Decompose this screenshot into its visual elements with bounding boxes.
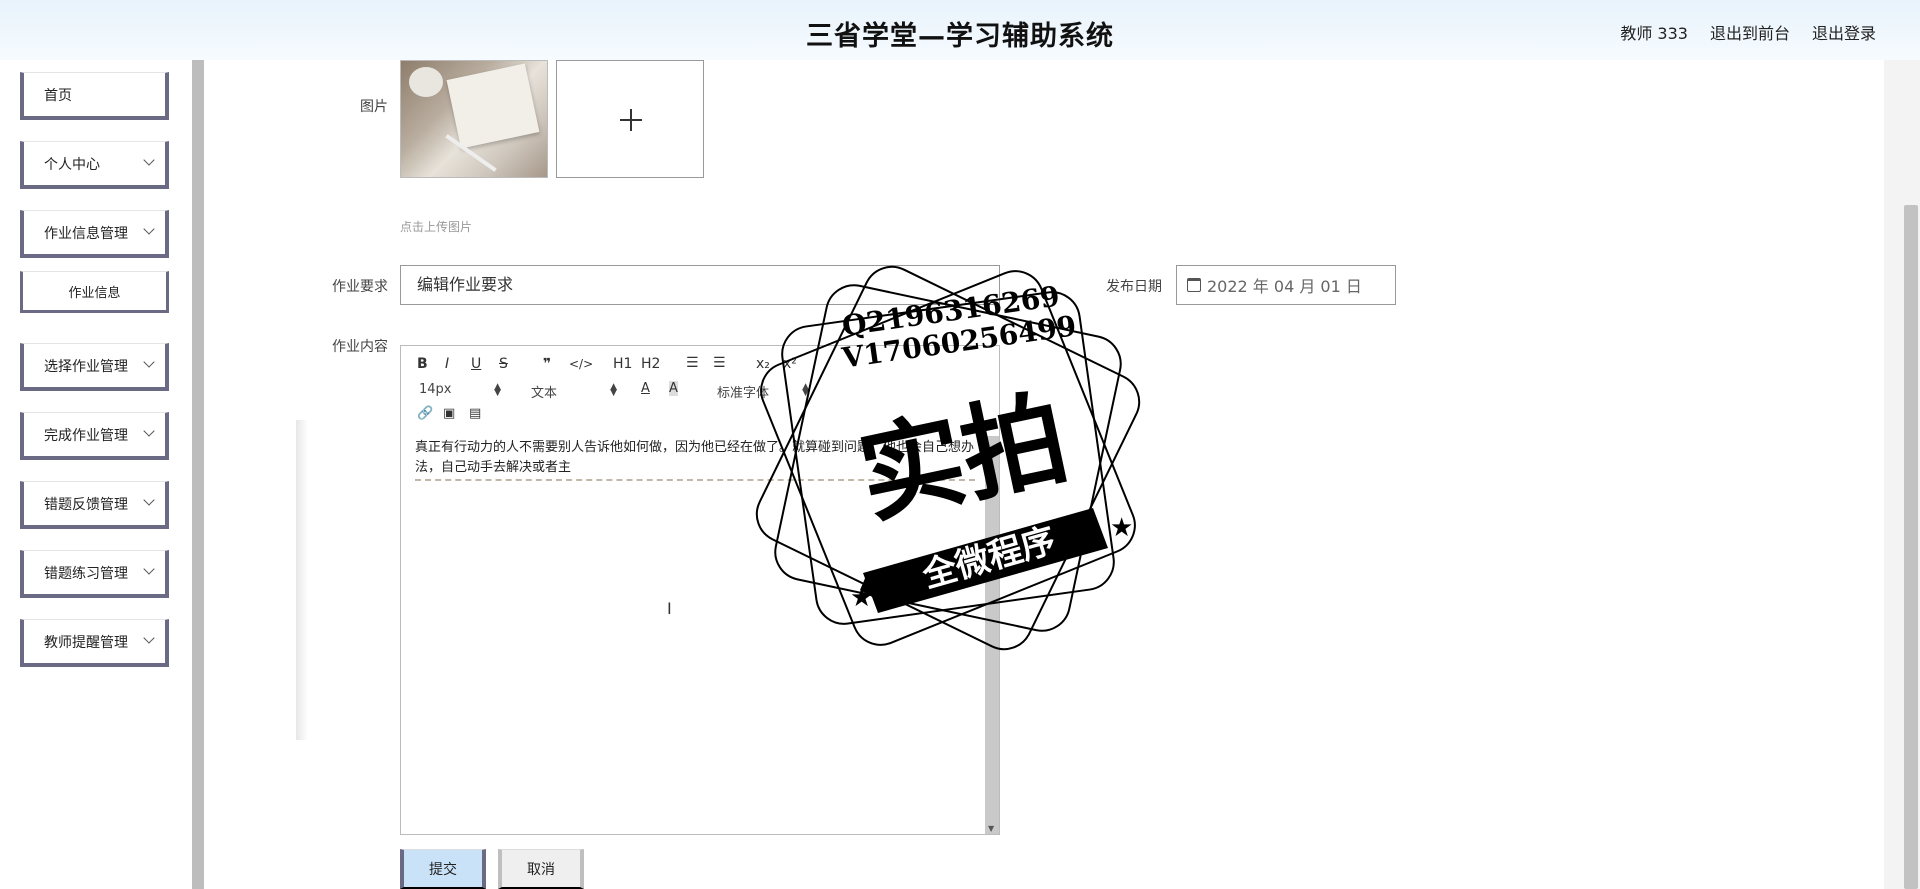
image-upload-button[interactable] (556, 60, 704, 178)
sidebar-item-label: 选择作业管理 (44, 358, 128, 375)
calendar-icon (1187, 278, 1201, 292)
editor-scrollbar[interactable] (985, 436, 999, 834)
italic-button[interactable]: I (445, 356, 449, 372)
chevron-down-icon (143, 563, 155, 575)
current-user: 教师 333 (1620, 24, 1688, 43)
sidebar-item-homework-info-management[interactable]: 作业信息管理 (20, 210, 169, 258)
text-cursor-icon: Ⅰ (667, 599, 672, 618)
sidebar-item-label: 个人中心 (44, 156, 100, 173)
chevron-down-icon (143, 425, 155, 437)
requirement-input[interactable]: 编辑作业要求 (400, 265, 1000, 305)
select-arrows-icon: ▲ ▼ (494, 382, 501, 398)
image-icon[interactable]: ▣ (443, 406, 455, 421)
video-icon[interactable]: ▤ (469, 406, 481, 421)
chevron-down-icon (143, 356, 155, 368)
uploaded-image-thumbnail[interactable] (400, 60, 548, 178)
font-family-value: 标准字体 (717, 386, 770, 401)
underline-button[interactable]: U (471, 356, 481, 372)
editor-divider (415, 479, 975, 481)
subscript-button[interactable]: x₂ (756, 356, 770, 372)
sidebar-item-label: 错题反馈管理 (44, 496, 128, 513)
page-scrollbar[interactable] (1904, 205, 1918, 889)
image-cup-shape (409, 67, 443, 97)
chevron-down-icon (143, 494, 155, 506)
code-block-button[interactable]: </> (569, 357, 593, 371)
blockquote-button[interactable]: ❞ (543, 356, 551, 372)
font-color-icon[interactable]: A (641, 381, 650, 396)
chevron-down-icon (143, 223, 155, 235)
publish-date-label: 发布日期 (1106, 279, 1162, 295)
bullet-list-icon[interactable]: ☰ (713, 355, 726, 371)
sidebar-item-personal-center[interactable]: 个人中心 (20, 141, 169, 189)
editor-toolbar: B I U S ❞ </> H1 H2 ☰ ☰ x₂ x² 14px ▲ ▼ 文本… (401, 346, 999, 432)
sidebar-subitem-homework-info[interactable]: 作业信息 (20, 271, 169, 313)
front-page-link[interactable]: 退出到前台 (1710, 20, 1790, 44)
decorative-strip (296, 420, 308, 740)
sidebar-item-label: 首页 (44, 87, 72, 104)
scroll-down-arrow-icon[interactable]: ▼ (988, 824, 994, 833)
sidebar-item-error-practice-management[interactable]: 错题练习管理 (20, 550, 169, 598)
heading1-button[interactable]: H1 (613, 356, 632, 372)
heading2-button[interactable]: H2 (641, 356, 660, 372)
sidebar-item-home[interactable]: 首页 (20, 72, 169, 120)
image-book-shape (446, 63, 540, 149)
image-label: 图片 (360, 99, 388, 115)
select-arrows-icon: ▲ ▼ (802, 382, 809, 398)
content-label: 作业内容 (332, 339, 388, 355)
ordered-list-icon[interactable]: ☰ (686, 355, 699, 371)
rich-text-editor[interactable]: B I U S ❞ </> H1 H2 ☰ ☰ x₂ x² 14px ▲ ▼ 文本… (400, 345, 1000, 835)
sidebar-item-label: 教师提醒管理 (44, 634, 128, 651)
sidebar-item-error-feedback-management[interactable]: 错题反馈管理 (20, 481, 169, 529)
strike-button[interactable]: S (499, 356, 508, 372)
sidebar-item-select-homework-management[interactable]: 选择作业管理 (20, 343, 169, 391)
requirement-label: 作业要求 (332, 279, 388, 295)
plus-icon-vertical (630, 109, 632, 131)
font-size-select[interactable]: 14px ▲ ▼ (419, 382, 501, 398)
user-links: 教师 333 退出到前台 退出登录 (1620, 20, 1876, 44)
font-family-select[interactable]: 标准字体 ▲ ▼ (717, 382, 809, 402)
select-arrows-icon: ▲ ▼ (610, 382, 617, 398)
main-gutter (204, 60, 290, 889)
editor-content[interactable]: 真正有行动力的人不需要别人告诉他如何做，因为他已经在做了。就算碰到问题，他也会自… (415, 438, 975, 478)
sidebar-item-label: 错题练习管理 (44, 565, 128, 582)
upload-hint: 点击上传图片 (400, 220, 473, 234)
header: 三省学堂—学习辅助系统 教师 333 退出到前台 退出登录 (0, 0, 1920, 60)
paragraph-select[interactable]: 文本 ▲ ▼ (531, 382, 617, 402)
chevron-down-icon (143, 632, 155, 644)
publish-date-input[interactable]: 2022 年 04 月 01 日 (1176, 265, 1396, 305)
link-icon[interactable]: 🔗 (417, 406, 433, 421)
cancel-button[interactable]: 取消 (498, 849, 584, 889)
sidebar-item-label: 作业信息 (68, 285, 121, 301)
sidebar-item-label: 完成作业管理 (44, 427, 128, 444)
main-content: 图片 点击上传图片 作业要求 编辑作业要求 发布日期 2022 年 04 月 0… (290, 60, 1884, 889)
sidebar-item-complete-homework-management[interactable]: 完成作业管理 (20, 412, 169, 460)
sidebar-divider (192, 60, 204, 889)
publish-date-value: 2022 年 04 月 01 日 (1207, 277, 1362, 296)
bold-button[interactable]: B (417, 356, 428, 372)
sidebar-item-teacher-reminder-management[interactable]: 教师提醒管理 (20, 619, 169, 667)
superscript-button[interactable]: x² (783, 356, 797, 372)
font-size-value: 14px (419, 382, 452, 397)
submit-button[interactable]: 提交 (400, 849, 486, 889)
sidebar-item-label: 作业信息管理 (44, 225, 128, 242)
paragraph-value: 文本 (531, 386, 558, 401)
logout-link[interactable]: 退出登录 (1812, 20, 1876, 44)
chevron-down-icon (143, 154, 155, 166)
background-color-icon[interactable]: A (669, 381, 678, 396)
